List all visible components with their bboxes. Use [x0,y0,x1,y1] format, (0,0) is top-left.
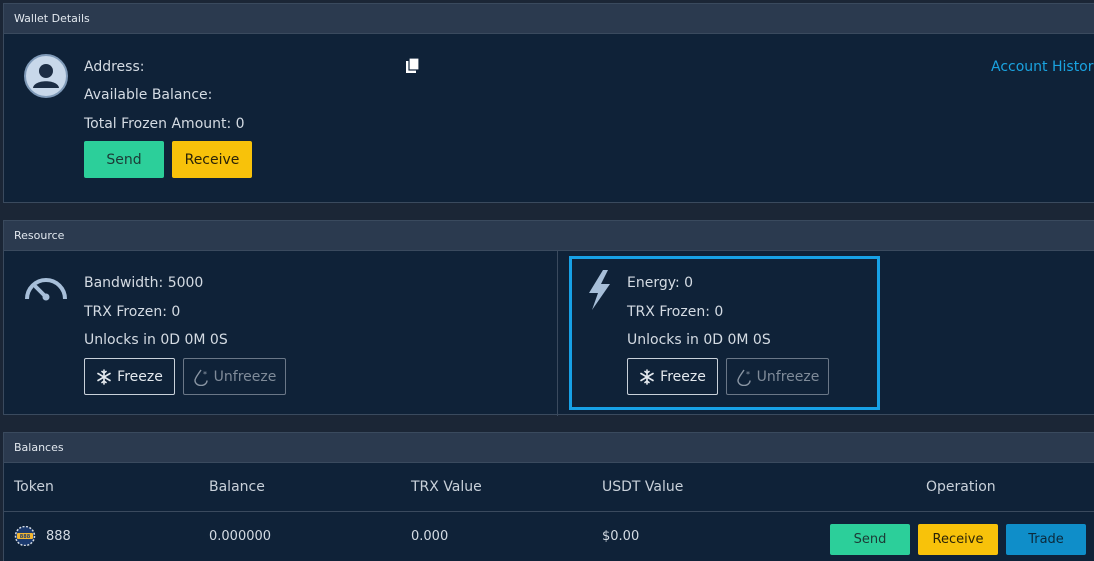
row-send-button[interactable]: Send [830,524,910,555]
token-logo-icon: 888 [14,525,36,550]
resource-header: Resource [4,221,1094,251]
speedometer-icon [22,269,70,307]
table-header-separator [4,511,1094,512]
droplet-icon: * [736,369,751,386]
column-header-token: Token [14,479,54,495]
balances-panel: Balances Token Balance TRX Value USDT Va… [3,432,1094,561]
energy-unlocks: Unlocks in 0D 0M 0S [627,332,771,348]
energy-unfreeze-button[interactable]: * Unfreeze [726,358,829,395]
wallet-details-panel: Wallet Details Address: Account History … [3,3,1094,203]
bandwidth-trx-frozen: TRX Frozen: 0 [84,304,181,320]
unfreeze-label: Unfreeze [756,368,820,385]
snowflake-icon [97,368,111,385]
snowflake-icon [640,368,654,385]
avatar-icon [24,54,68,102]
droplet-icon: * [193,369,208,386]
account-history-link[interactable]: Account History [991,59,1094,75]
row-trade-button[interactable]: Trade [1006,524,1086,555]
available-balance-label: Available Balance: [84,87,213,103]
resource-divider [557,251,558,416]
column-header-operation: Operation [926,479,996,495]
row-receive-button[interactable]: Receive [918,524,998,555]
address-label: Address: [84,59,145,75]
freeze-label: Freeze [117,368,163,385]
token-usdt-value: $0.00 [602,529,640,544]
balances-header: Balances [4,433,1094,463]
bandwidth-unlocks: Unlocks in 0D 0M 0S [84,332,228,348]
energy-trx-frozen: TRX Frozen: 0 [627,304,724,320]
wallet-details-header: Wallet Details [4,4,1094,34]
copy-icon[interactable] [405,57,421,78]
token-trx-value: 0.000 [411,529,449,544]
svg-text:*: * [203,370,207,379]
total-frozen-label: Total Frozen Amount: 0 [84,116,245,132]
lightning-icon [586,269,612,315]
bandwidth-unfreeze-button[interactable]: * Unfreeze [183,358,286,395]
bandwidth-freeze-button[interactable]: Freeze [84,358,175,395]
token-name: 888 [46,529,71,544]
receive-button[interactable]: Receive [172,141,252,178]
resource-panel: Resource Bandwidth: 5000 TRX Frozen: 0 U… [3,220,1094,416]
column-header-trx-value: TRX Value [411,479,482,495]
column-header-balance: Balance [209,479,265,495]
svg-text:*: * [746,370,750,379]
energy-label: Energy: 0 [627,275,694,291]
svg-text:888: 888 [20,534,31,540]
energy-freeze-button[interactable]: Freeze [627,358,718,395]
unfreeze-label: Unfreeze [213,368,277,385]
freeze-label: Freeze [660,368,706,385]
bandwidth-label: Bandwidth: 5000 [84,275,204,291]
send-button[interactable]: Send [84,141,164,178]
token-balance: 0.000000 [209,529,272,544]
column-header-usdt-value: USDT Value [602,479,684,495]
